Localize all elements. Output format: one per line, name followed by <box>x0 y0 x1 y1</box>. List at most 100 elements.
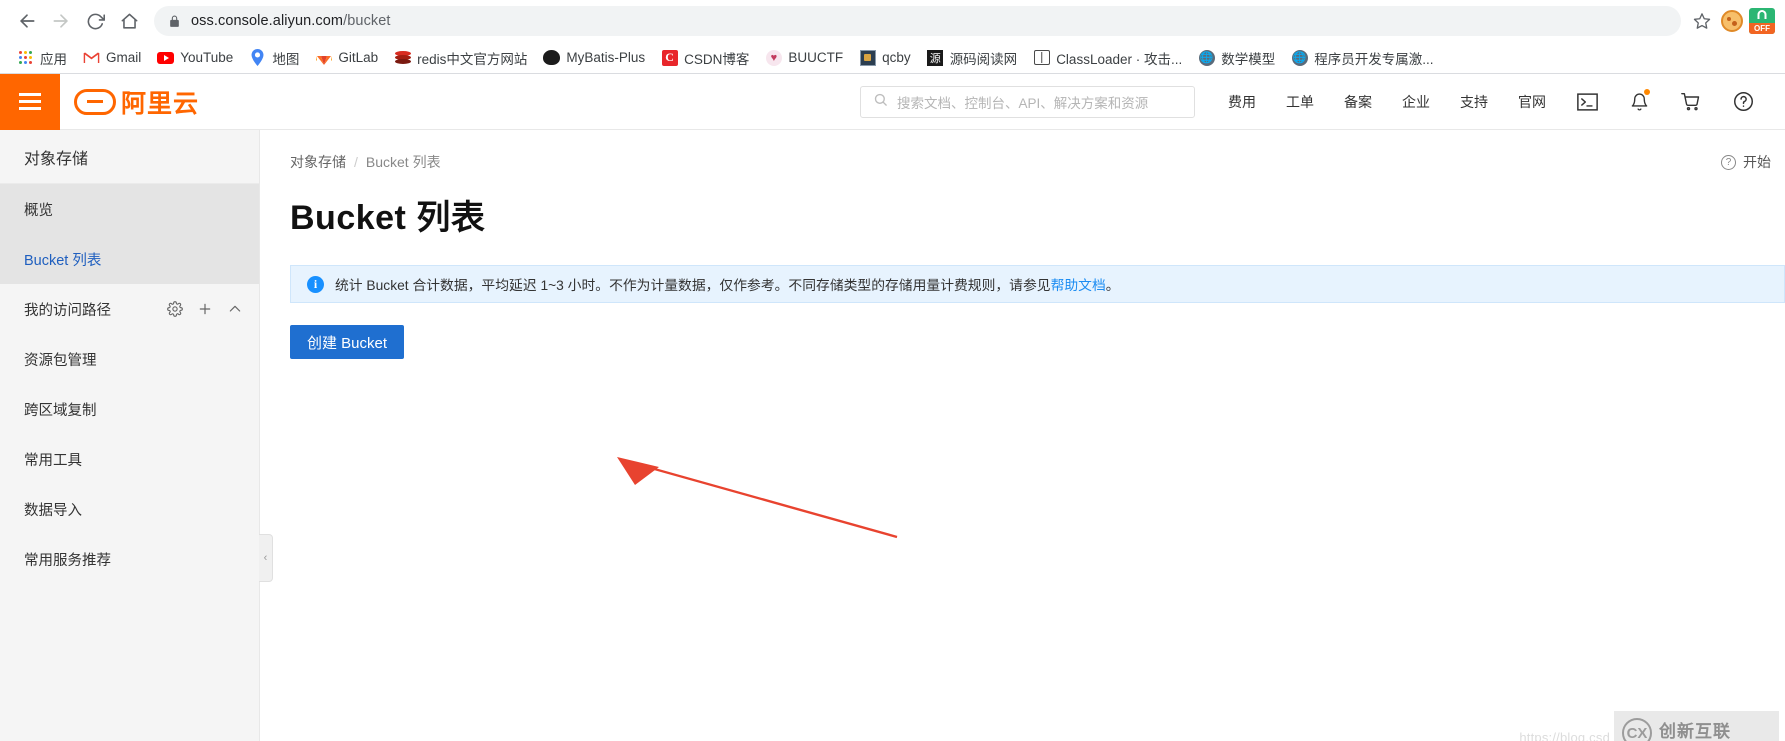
info-banner: i 统计 Bucket 合计数据，平均延迟 1~3 小时。不作为计量数据，仅作参… <box>290 265 1785 303</box>
sidebar-item-my-access-path[interactable]: 我的访问路径 <box>0 284 259 334</box>
info-banner-text: 统计 Bucket 合计数据，平均延迟 1~3 小时。不作为计量数据，仅作参考。… <box>335 274 1120 294</box>
help-doc-link[interactable]: 帮助文档 <box>1051 278 1106 293</box>
getting-started-link[interactable]: ? 开始 <box>1721 152 1771 172</box>
sidebar-item-recommended-services[interactable]: 常用服务推荐 <box>0 534 259 584</box>
extension-icons: OFF <box>1721 8 1775 34</box>
aliyun-logo-mark <box>74 88 116 115</box>
bookmark-label: 程序员开发专属激... <box>1314 51 1434 67</box>
aliyun-header: 阿里云 搜索文档、控制台、API、解决方案和资源 费用 工单 备案 企业 支持 … <box>0 73 1785 130</box>
getting-started-label: 开始 <box>1743 154 1771 170</box>
global-search-input[interactable]: 搜索文档、控制台、API、解决方案和资源 <box>860 85 1195 118</box>
breadcrumb-current: Bucket 列表 <box>365 154 441 170</box>
chevron-up-icon[interactable] <box>227 301 243 317</box>
info-banner-text-before: 统计 Bucket 合计数据，平均延迟 1~3 小时。不作为计量数据，仅作参考。… <box>335 278 1051 293</box>
classloader-icon <box>1033 49 1050 66</box>
hamburger-menu-icon[interactable] <box>0 73 60 130</box>
bookmark-mybatis-plus[interactable]: MyBatis-Plus <box>536 46 652 69</box>
cookie-extension-icon[interactable] <box>1721 10 1743 32</box>
bookmark-youtube[interactable]: YouTube <box>150 46 240 69</box>
sidebar-item-resource-package[interactable]: 资源包管理 <box>0 334 259 384</box>
bookmark-label: qcby <box>882 50 911 65</box>
nav-item-tickets[interactable]: 工单 <box>1271 74 1329 130</box>
sidebar-item-label: 资源包管理 <box>24 352 97 369</box>
breadcrumb-root[interactable]: 对象存储 <box>290 152 346 172</box>
bookmark-redis[interactable]: redis中文官方网站 <box>387 45 534 71</box>
sidebar-collapse-handle[interactable]: ‹ <box>259 534 273 582</box>
search-placeholder: 搜索文档、控制台、API、解决方案和资源 <box>897 95 1149 111</box>
sidebar-item-bucket-list[interactable]: Bucket 列表 <box>0 234 259 284</box>
bookmark-label: Gmail <box>106 50 142 65</box>
off-extension-icon[interactable]: OFF <box>1749 8 1775 34</box>
sidebar-item-cross-region-replication[interactable]: 跨区域复制 <box>0 384 259 434</box>
chevron-left-icon: ‹ <box>263 552 268 564</box>
cart-icon[interactable] <box>1665 74 1717 130</box>
bookmark-label: 地图 <box>272 51 300 67</box>
aliyun-logo[interactable]: 阿里云 <box>74 84 199 120</box>
header-icon-group <box>1561 74 1785 130</box>
qcby-icon <box>859 49 876 66</box>
sidebar-item-label: 常用服务推荐 <box>24 552 111 569</box>
sidebar-item-data-import[interactable]: 数据导入 <box>0 484 259 534</box>
nav-item-icp[interactable]: 备案 <box>1329 74 1387 130</box>
bookmark-qcby[interactable]: qcby <box>852 46 918 69</box>
nav-item-enterprise[interactable]: 企业 <box>1387 74 1445 130</box>
bookmark-yuanma[interactable]: 源 源码阅读网 <box>920 45 1025 71</box>
breadcrumb: 对象存储 / Bucket 列表 <box>260 130 1785 172</box>
sidebar-item-overview[interactable]: 概览 <box>0 184 259 234</box>
lock-icon <box>168 15 181 28</box>
youtube-icon <box>157 49 175 66</box>
create-bucket-button[interactable]: 创建 Bucket <box>290 325 405 359</box>
bookmark-apps[interactable]: 应用 <box>10 45 74 71</box>
bookmark-buuctf[interactable]: ♥ BUUCTF <box>758 46 850 69</box>
reload-icon[interactable] <box>78 4 112 38</box>
page-body: 对象存储 概览 Bucket 列表 我的访问路径 资源包管理 跨区域复制 常用工… <box>0 130 1785 741</box>
watermark-logo-cn: 创新互联 <box>1659 722 1731 741</box>
bookmark-label: ClassLoader · 攻击... <box>1056 51 1183 67</box>
bookmark-gitlab[interactable]: GitLab <box>308 46 385 69</box>
bookmark-label: redis中文官方网站 <box>417 51 528 67</box>
info-circle-icon: i <box>307 275 324 293</box>
mybatis-plus-icon <box>543 49 561 66</box>
breadcrumb-separator: / <box>354 154 358 170</box>
sidebar-item-common-tools[interactable]: 常用工具 <box>0 434 259 484</box>
forward-arrow-icon[interactable] <box>44 4 78 38</box>
sidebar-active-group: 概览 Bucket 列表 <box>0 184 259 284</box>
globe-icon: 🌐 <box>1198 49 1215 66</box>
header-nav: 费用 工单 备案 企业 支持 官网 <box>1213 74 1561 130</box>
watermark-logo: CX 创新互联 CHUANG XIN HU LIAN <box>1614 711 1779 741</box>
bookmark-csdn[interactable]: C CSDN博客 <box>654 45 756 71</box>
bookmark-maps[interactable]: 地图 <box>242 45 306 71</box>
address-bar[interactable]: oss.console.aliyun.com/bucket <box>154 6 1681 36</box>
redis-icon <box>394 49 411 66</box>
help-circle-icon[interactable] <box>1717 74 1769 130</box>
terminal-icon[interactable] <box>1561 74 1613 130</box>
yuanma-icon: 源 <box>927 49 944 66</box>
gear-icon[interactable] <box>167 301 183 317</box>
gmail-icon <box>83 49 100 66</box>
buuctf-icon: ♥ <box>765 49 782 66</box>
globe-icon: 🌐 <box>1291 49 1308 66</box>
home-icon[interactable] <box>112 4 146 38</box>
nav-item-fees[interactable]: 费用 <box>1213 74 1271 130</box>
bookmark-label: 数学模型 <box>1221 51 1276 67</box>
off-label: OFF <box>1749 23 1775 34</box>
bookmark-chengxuyuan[interactable]: 🌐 程序员开发专属激... <box>1284 45 1440 71</box>
bookmarks-bar: 应用 Gmail YouTube 地图 GitLab redis中文官方网站 M… <box>0 42 1785 74</box>
red-arrow-annotation <box>617 457 898 539</box>
csdn-icon: C <box>661 49 678 66</box>
star-icon[interactable] <box>1687 6 1717 36</box>
plus-icon[interactable] <box>197 301 213 317</box>
back-arrow-icon[interactable] <box>10 4 44 38</box>
watermark-url: https://blog.csd <box>1519 730 1610 741</box>
bookmark-gmail[interactable]: Gmail <box>76 46 148 69</box>
bookmark-classloader[interactable]: ClassLoader · 攻击... <box>1026 45 1189 71</box>
bell-icon[interactable] <box>1613 74 1665 130</box>
nav-item-support[interactable]: 支持 <box>1445 74 1503 130</box>
bookmark-label: CSDN博客 <box>684 51 750 67</box>
nav-item-official-site[interactable]: 官网 <box>1503 74 1561 130</box>
bookmark-label: BUUCTF <box>788 50 844 65</box>
sidebar-item-actions <box>167 301 243 317</box>
bookmark-shuxuemoxing[interactable]: 🌐 数学模型 <box>1191 45 1282 71</box>
browser-nav-bar: oss.console.aliyun.com/bucket OFF <box>0 0 1785 42</box>
lock-shackle-shape <box>1757 10 1767 19</box>
